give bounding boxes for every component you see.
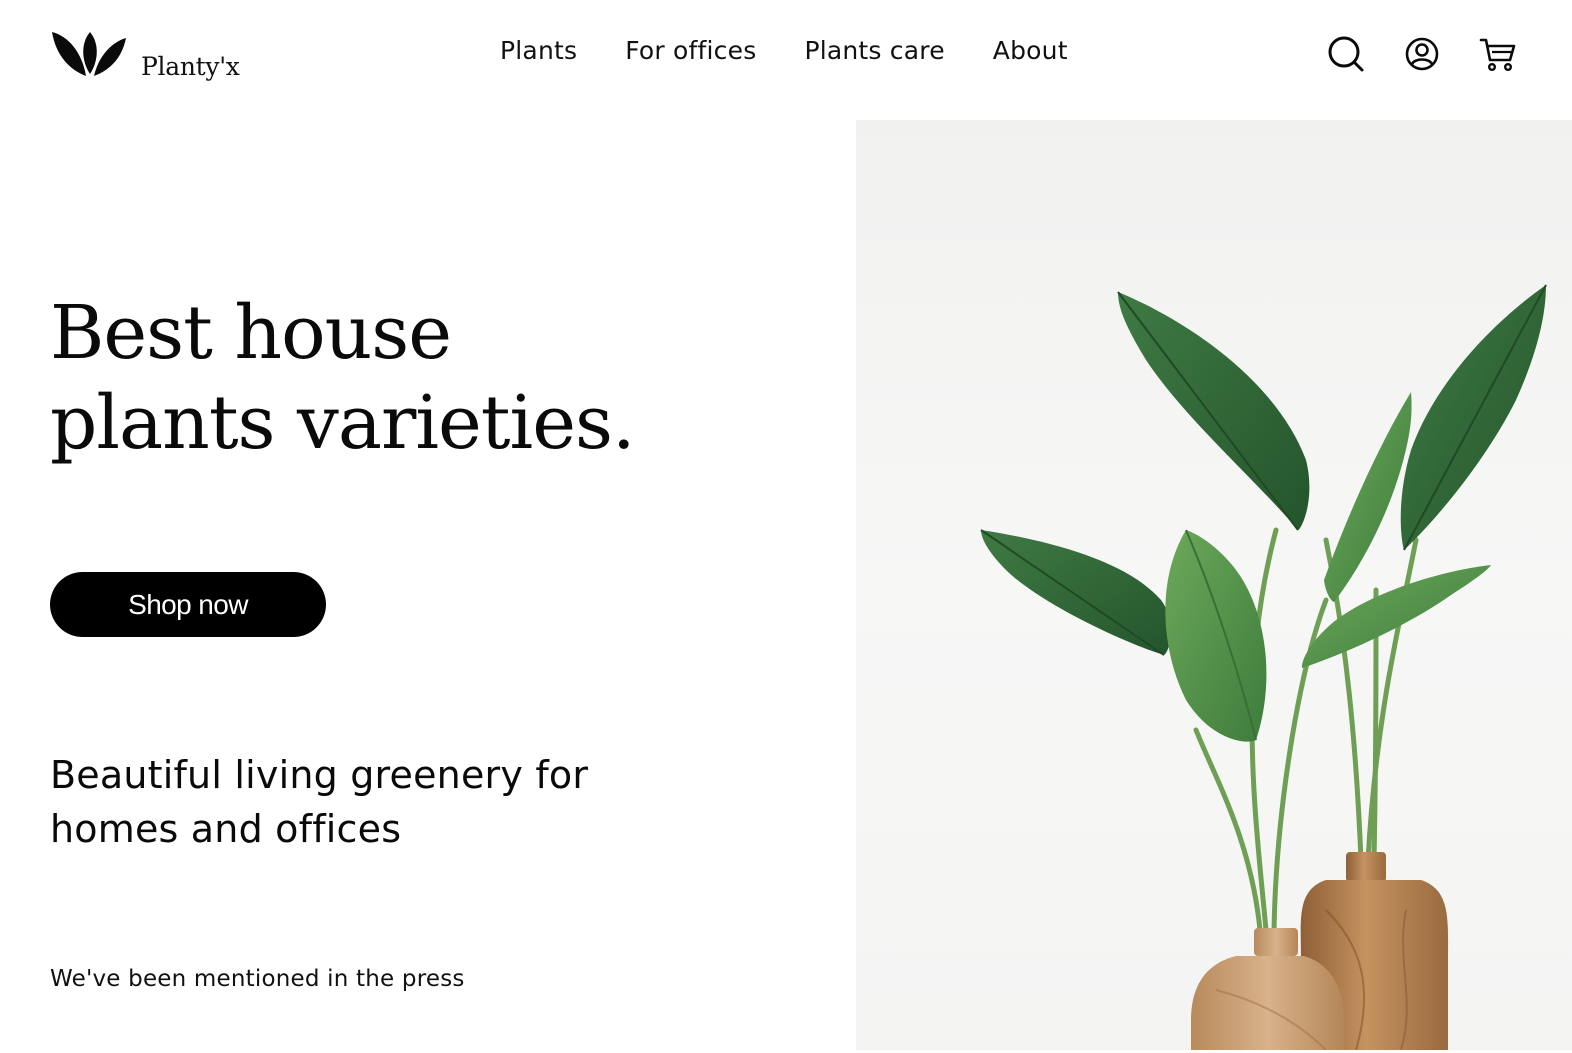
cart-button[interactable]	[1478, 34, 1518, 74]
shop-now-button[interactable]: Shop now	[50, 572, 326, 637]
nav-item-plants[interactable]: Plants	[500, 36, 577, 65]
hero-title: Best house plants varieties.	[50, 288, 636, 468]
press-mention-text: We've been mentioned in the press	[50, 966, 465, 992]
landing-page: Planty'x Plants For offices Plants care …	[0, 0, 1572, 1053]
user-icon	[1405, 37, 1439, 71]
nav-item-for-offices[interactable]: For offices	[625, 36, 756, 65]
header-actions	[1326, 34, 1518, 74]
leaves-icon	[52, 32, 126, 76]
cart-icon	[1479, 38, 1516, 72]
nav-item-about[interactable]: About	[993, 36, 1068, 65]
hero-plant-image	[856, 120, 1572, 1050]
nav-item-plants-care[interactable]: Plants care	[804, 36, 944, 65]
hero-subtitle: Beautiful living greenery for homes and …	[50, 753, 589, 851]
search-button[interactable]	[1326, 34, 1366, 74]
main-nav: Plants For offices Plants care About	[500, 36, 1068, 65]
account-button[interactable]	[1402, 34, 1442, 74]
search-icon	[1328, 36, 1364, 72]
hero-title-line-2: plants varieties.	[50, 380, 636, 466]
brand-logo[interactable]: Planty'x	[50, 30, 240, 81]
brand-name: Planty'x	[141, 52, 240, 81]
hero-title-line-1: Best house	[50, 290, 452, 376]
